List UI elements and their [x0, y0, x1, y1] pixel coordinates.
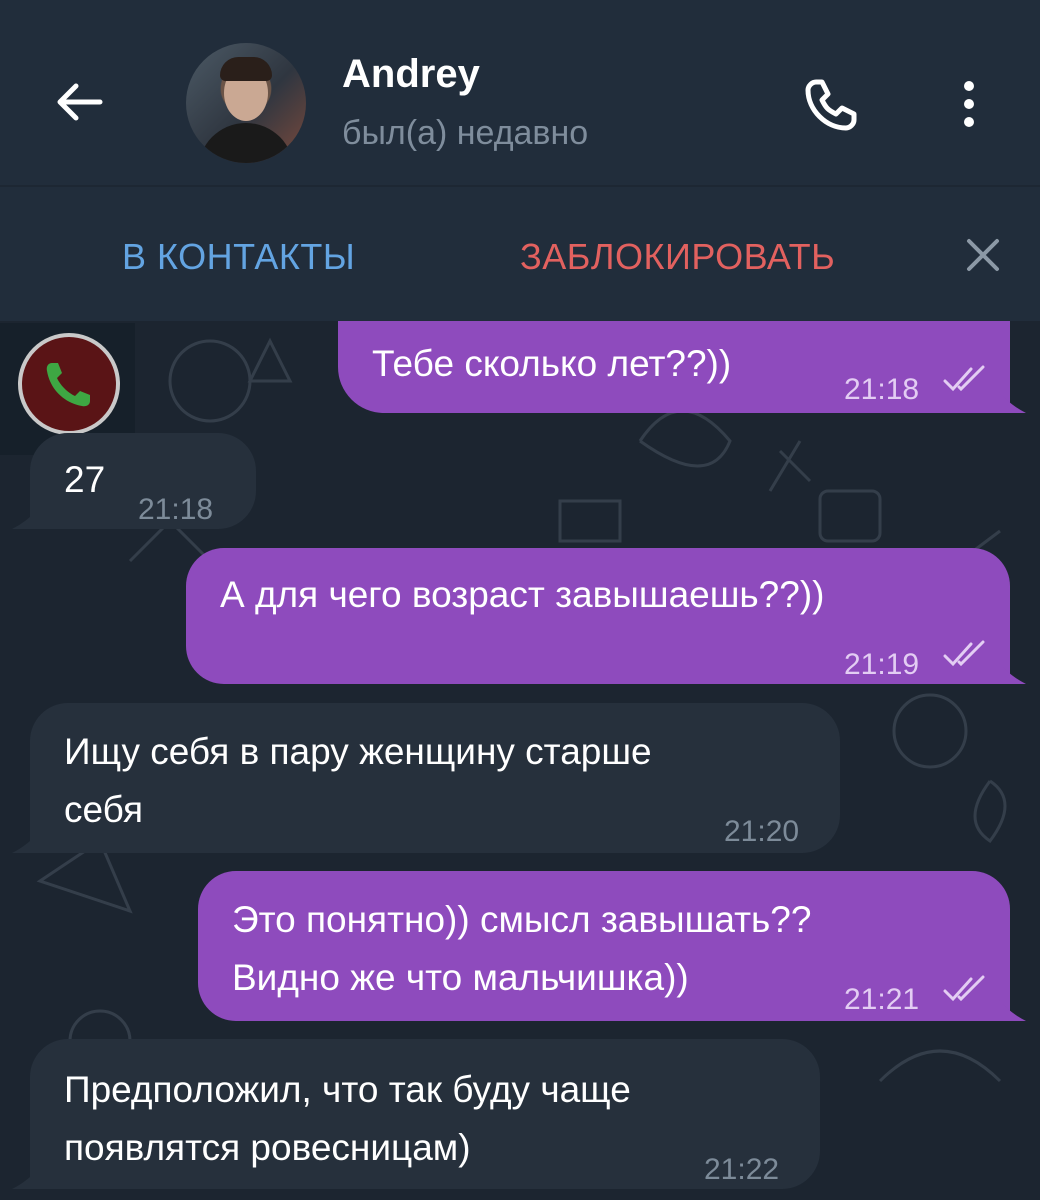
message-incoming[interactable]: 27 21:18	[30, 433, 256, 529]
call-button[interactable]	[798, 74, 862, 138]
bubble-tail-outgoing	[998, 662, 1026, 684]
bubble-tail-outgoing	[998, 391, 1026, 413]
bubble-tail-outgoing	[998, 999, 1026, 1021]
message-incoming[interactable]: Предположил, что так буду чаще появлятся…	[30, 1039, 820, 1189]
close-icon	[967, 239, 999, 271]
avatar-hair	[220, 57, 272, 81]
message-time: 21:18	[844, 373, 920, 406]
bubble-tail-incoming	[12, 831, 40, 853]
back-button[interactable]	[48, 70, 112, 134]
double-check-icon	[943, 365, 985, 392]
message-time: 21:22	[704, 1153, 780, 1186]
bubble-tail-incoming	[12, 1167, 40, 1189]
close-action-bar-button[interactable]	[958, 230, 1008, 280]
message-outgoing[interactable]: Это понятно)) смысл завышать?? Видно же …	[198, 871, 1010, 1021]
contact-name[interactable]: Andrey	[342, 52, 480, 97]
double-check-icon	[943, 640, 985, 667]
phone-green-icon	[46, 363, 90, 407]
message-text: А для чего возраст завышаешь??))	[220, 574, 825, 615]
phone-icon	[805, 79, 857, 131]
message-time: 21:18	[138, 493, 214, 526]
add-to-contacts-button[interactable]: В КОНТАКТЫ	[122, 236, 355, 278]
message-text-line: Ищу себя в пару женщину старше	[64, 731, 652, 772]
more-menu-button[interactable]	[945, 72, 993, 136]
message-outgoing[interactable]: Тебе сколько лет??)) 21:18	[338, 321, 1010, 413]
message-time: 21:19	[844, 648, 920, 681]
contact-status: был(а) недавно	[342, 114, 589, 152]
call-recorder-icon[interactable]	[18, 333, 120, 435]
bubble-tail-incoming	[12, 507, 40, 529]
block-user-button[interactable]: ЗАБЛОКИРОВАТЬ	[520, 236, 835, 278]
message-incoming[interactable]: Ищу себя в пару женщину старше себя 21:2…	[30, 703, 840, 853]
message-text-line: Это понятно)) смысл завышать??	[232, 899, 812, 940]
more-vertical-icon	[964, 81, 974, 127]
arrow-left-icon	[57, 83, 103, 121]
message-time: 21:20	[724, 815, 800, 848]
message-text: 27	[64, 459, 106, 500]
avatar-body	[198, 123, 294, 163]
chat-header: Andrey был(а) недавно	[0, 0, 1040, 185]
message-text: Тебе сколько лет??))	[372, 343, 732, 384]
message-time: 21:21	[844, 983, 920, 1016]
avatar[interactable]	[186, 43, 306, 163]
message-text-line: Предположил, что так буду чаще	[64, 1069, 631, 1110]
double-check-icon	[943, 975, 985, 1002]
message-outgoing[interactable]: А для чего возраст завышаешь??)) 21:19	[186, 548, 1010, 684]
